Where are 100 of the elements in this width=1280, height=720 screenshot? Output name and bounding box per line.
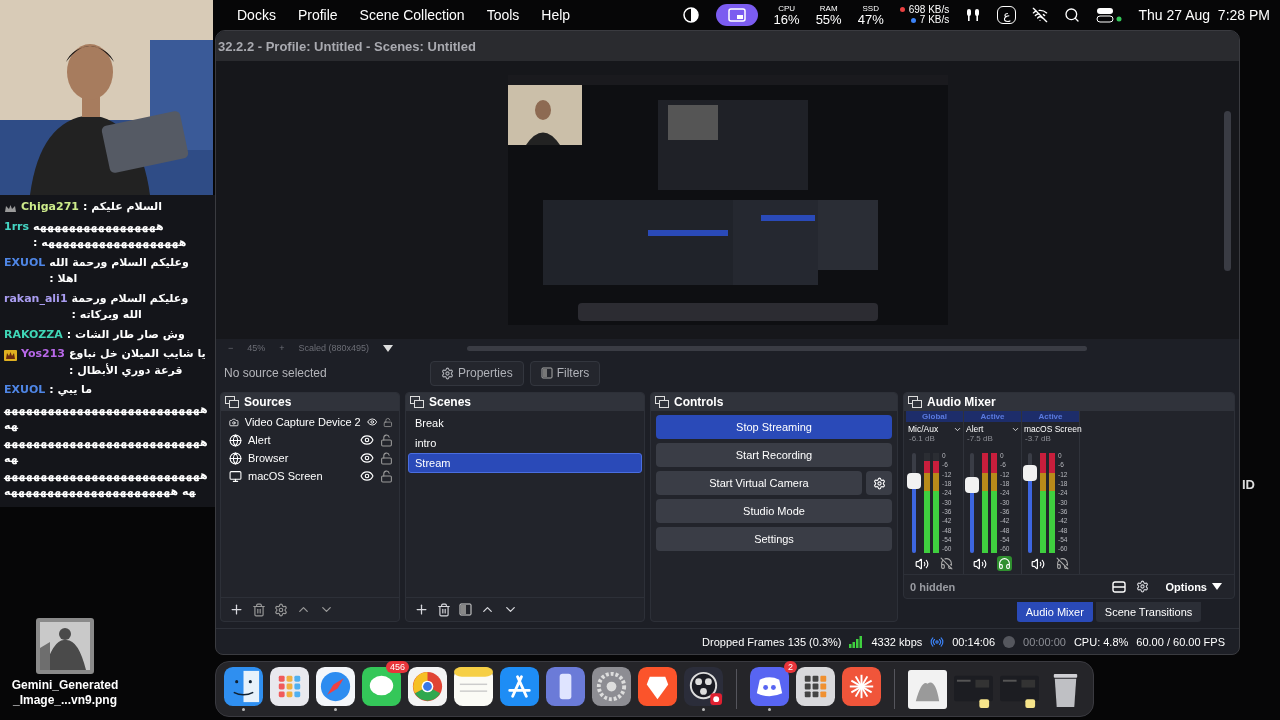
menu-item[interactable]: Scene Collection <box>359 7 465 23</box>
menu-item[interactable]: Help <box>541 7 571 23</box>
panel-title: Controls <box>674 395 724 409</box>
earbuds-icon[interactable] <box>965 7 982 23</box>
screen-share-toggle[interactable] <box>715 4 758 26</box>
starburst-icon[interactable] <box>842 667 881 706</box>
headphones-button[interactable] <box>997 556 1012 571</box>
caret-icon <box>1212 583 1222 590</box>
dropped-frames: Dropped Frames 135 (0.3%) <box>702 635 842 648</box>
gear-icon <box>872 476 886 490</box>
chat-message: ما يبي : <box>49 382 94 398</box>
slider-thumb[interactable] <box>965 477 979 493</box>
stat-label: SSD <box>862 4 879 13</box>
control-button[interactable]: Start Recording <box>656 443 892 467</box>
eye-icon[interactable] <box>360 469 374 483</box>
channel-name: Mic/Aux <box>908 424 939 434</box>
filters-button[interactable]: Filters <box>529 360 601 386</box>
headphones-off-button[interactable] <box>939 556 954 571</box>
caret-icon[interactable] <box>383 344 394 352</box>
phone-icon[interactable] <box>546 667 585 706</box>
window-title: 32.2.2 - Profile: Untitled - Scenes: Untitled <box>218 38 476 54</box>
controller-icon[interactable] <box>750 667 789 706</box>
record-icon[interactable] <box>684 667 723 706</box>
chat-message: هههههههههههههههههههههههههههههه هههههههههههههههههههههههههههههه هههههههههههههههههههههههههههههه هههههههههههههههههههههههه <box>4 401 209 500</box>
headphones-off-button[interactable] <box>1055 556 1070 571</box>
notification-badge: 456 <box>385 661 409 673</box>
notepad-icon[interactable] <box>454 667 493 706</box>
wifi-icon[interactable] <box>1032 7 1049 23</box>
channel-status: Global <box>906 411 963 422</box>
record-time: 00:00:00 <box>1023 635 1066 648</box>
menu-item[interactable]: Docks <box>237 7 276 23</box>
image-thumbnail[interactable] <box>908 669 947 709</box>
speaker-icon[interactable] <box>915 556 929 571</box>
source-item[interactable]: Alert <box>223 431 397 449</box>
stat-label: CPU <box>778 4 796 13</box>
eye-icon[interactable] <box>360 433 374 447</box>
unlocked-icon[interactable] <box>380 433 393 447</box>
input-language[interactable]: ع <box>997 6 1017 24</box>
scrollbar[interactable] <box>1224 111 1231 271</box>
unlocked-icon[interactable] <box>380 469 393 483</box>
control-button[interactable]: Start Virtual Camera <box>656 471 862 495</box>
slider-thumb[interactable] <box>907 473 921 489</box>
scene-item[interactable]: Break <box>408 413 642 433</box>
control-button[interactable]: Studio Mode <box>656 499 892 523</box>
source-item[interactable]: Browser <box>223 449 397 467</box>
channel-status: Active <box>964 411 1021 422</box>
desktop-text: ID <box>1242 476 1255 492</box>
upload-rate: 7 KB/s <box>919 15 950 26</box>
slider-thumb[interactable] <box>1023 465 1037 481</box>
menu-item[interactable]: Tools <box>486 7 520 23</box>
dock-tab[interactable]: Audio Mixer <box>1016 602 1093 622</box>
headphones-icon <box>998 557 1011 570</box>
chat-username: 1rrs <box>4 218 30 235</box>
half-circle-icon[interactable] <box>681 6 700 24</box>
globe-icon <box>229 451 242 465</box>
menu-item[interactable]: Profile <box>297 7 338 23</box>
file-name[interactable]: Gemini_Generated _Image_...vn9.png <box>3 678 127 708</box>
source-item[interactable]: macOS Screen <box>223 467 397 485</box>
speaker-icon[interactable] <box>1031 556 1045 571</box>
face-icon[interactable] <box>224 667 263 706</box>
trash-icon[interactable] <box>437 602 451 617</box>
scene-item[interactable]: intro <box>408 433 642 453</box>
panel-title: Audio Mixer <box>927 395 996 409</box>
add-icon[interactable] <box>414 602 429 617</box>
channel-name: macOS Screen <box>1024 424 1082 434</box>
filter-icon[interactable] <box>459 603 472 616</box>
chat-username: EXUOL <box>4 254 46 271</box>
bitrate: 4332 kbps <box>871 635 923 648</box>
compass-icon[interactable] <box>316 667 355 706</box>
chat-message: وعليكم السلام ورحمة الله وبركاته : <box>71 290 190 323</box>
grid-icon[interactable] <box>270 667 309 706</box>
trash-icon[interactable] <box>252 602 266 617</box>
speaker-icon[interactable] <box>973 556 987 571</box>
unlocked-icon[interactable] <box>383 415 393 429</box>
layout-icon[interactable] <box>1112 580 1127 593</box>
windows-icon <box>410 396 424 408</box>
headphones-off-icon <box>1056 557 1069 570</box>
dock-tab[interactable]: Scene Transitions <box>1095 602 1202 622</box>
scrollbar[interactable] <box>467 345 1088 351</box>
calculator-icon[interactable] <box>796 667 835 706</box>
unlocked-icon[interactable] <box>380 451 393 465</box>
properties-button[interactable]: Properties <box>430 360 524 386</box>
selection-status: No source selected <box>224 366 328 380</box>
toggle-icon[interactable] <box>1096 7 1123 23</box>
gear-icon[interactable] <box>274 602 288 617</box>
windows-icon <box>655 396 669 408</box>
control-button[interactable]: Settings <box>656 527 892 551</box>
options-button[interactable]: Options <box>1159 579 1228 594</box>
eye-icon[interactable] <box>360 451 374 465</box>
monitor-icon <box>229 469 242 483</box>
source-item[interactable]: Video Capture Device 2 <box>223 413 397 431</box>
settings-button[interactable] <box>866 471 892 495</box>
add-icon[interactable] <box>229 602 244 617</box>
scene-item[interactable]: Stream <box>408 453 642 473</box>
search-icon[interactable] <box>1064 7 1081 23</box>
eye-icon[interactable] <box>366 415 378 429</box>
volume-reading: -7.5 dB <box>966 434 994 443</box>
headphones-off-icon <box>940 557 953 570</box>
gear-icon[interactable] <box>592 667 631 706</box>
control-button[interactable]: Stop Streaming <box>656 415 892 439</box>
